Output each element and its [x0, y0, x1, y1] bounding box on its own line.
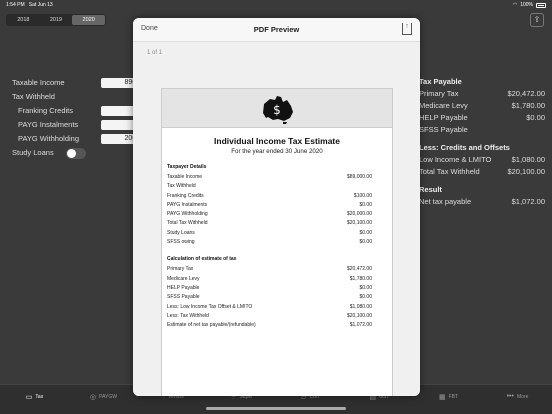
withheld-value: $20,100.00: [507, 167, 545, 176]
pdf-page: $ Individual Income Tax Estimate For the…: [161, 88, 393, 396]
lmito-label: Low Income & LMITO: [419, 155, 492, 164]
payg-withholding-label: PAYG Withholding: [18, 134, 79, 143]
calc-line: Less: Tax Withheld $20,100.00: [167, 312, 372, 319]
wifi-icon: ◠: [512, 2, 518, 8]
year-2020[interactable]: 2020: [72, 15, 106, 25]
detail-line: Total Tax Withheld $20,100.00: [167, 220, 372, 227]
detail-line: Franking Credits $100.00: [167, 192, 372, 199]
pdf-preview-modal: Done PDF Preview ↑ 1 of 1 $ Individual I…: [133, 18, 420, 396]
primary-tax-label: Primary Tax: [419, 89, 459, 98]
medicare-row: Medicare Levy $1,780.00: [419, 100, 545, 112]
result-heading: Result: [419, 185, 442, 194]
calculation-heading: Calculation of estimate of tax: [167, 256, 237, 263]
tab-paygw[interactable]: ◎ PAYGW: [69, 389, 138, 401]
share-icon: ↑: [405, 23, 409, 30]
tax-icon: ▭: [25, 394, 33, 401]
status-time: 1:54 PM Sat Jun 13: [6, 2, 53, 8]
credits-heading: Less: Credits and Offsets: [419, 143, 510, 152]
tab-tax[interactable]: ▭ Tax: [0, 389, 69, 401]
medicare-label: Medicare Levy: [419, 101, 468, 110]
results-panel: Tax Payable Primary Tax $20,472.00 Medica…: [419, 76, 545, 208]
detail-line: SFSS owing $0.00: [167, 239, 372, 246]
detail-line: PAYG Instalments $0.00: [167, 201, 372, 208]
franking-row: Franking Credits 100: [12, 104, 146, 118]
share-button[interactable]: ⇪: [530, 13, 544, 27]
modal-title: PDF Preview: [253, 25, 300, 34]
franking-label: Franking Credits: [18, 106, 74, 115]
modal-share-button[interactable]: ↑: [402, 23, 412, 35]
svg-text:$: $: [273, 103, 281, 117]
net-value: $1,072.00: [511, 197, 545, 206]
doc-banner: $: [162, 89, 392, 128]
taxable-income-label: Taxable Income: [12, 78, 65, 87]
battery-icon: [536, 2, 546, 8]
tab-fbt[interactable]: ▦ FBT: [414, 389, 483, 401]
study-loans-label: Study Loans: [12, 148, 54, 157]
page-count: 1 of 1: [147, 50, 163, 56]
sfss-label: SFSS Payable: [419, 125, 468, 134]
calc-line: HELP Payable $0.00: [167, 284, 372, 291]
calc-line: Estimate of net tax payable/(refundable)…: [167, 322, 372, 329]
more-icon: •••: [506, 393, 514, 400]
net-label: Net tax payable: [419, 197, 472, 206]
input-form: Taxable Income 89000 Tax Withheld Franki…: [12, 76, 146, 160]
sfss-row: SFSS Payable: [419, 124, 545, 136]
status-bar: 1:54 PM Sat Jun 13 ◠ 100%: [0, 0, 552, 10]
detail-line: Tax Withheld: [167, 183, 196, 190]
help-label: HELP Payable: [419, 113, 468, 122]
withheld-label: Total Tax Withheld: [419, 167, 480, 176]
detail-line: Study Loans $0.00: [167, 229, 372, 236]
medicare-value: $1,780.00: [511, 101, 545, 110]
year-selector: 2018 2019 2020: [6, 14, 106, 26]
taxpayer-details-heading: Taxpayer Details: [167, 164, 207, 170]
help-row: HELP Payable $0.00: [419, 112, 545, 124]
payg-instalments-label: PAYG Instalments: [18, 120, 79, 129]
tab-more[interactable]: ••• More: [483, 389, 552, 400]
withheld-row: Total Tax Withheld $20,100.00: [419, 166, 545, 178]
payg-instalments-row: PAYG Instalments 0: [12, 118, 146, 132]
doc-title: Individual Income Tax Estimate: [214, 136, 340, 146]
year-2019[interactable]: 2019: [40, 15, 73, 25]
lmito-row: Low Income & LMITO $1,080.00: [419, 154, 545, 166]
detail-line: PAYG Withholding $20,000.00: [167, 211, 372, 218]
modal-nav-bar: Done PDF Preview ↑: [133, 18, 420, 42]
study-loans-row: Study Loans: [12, 146, 142, 160]
taxable-income-row: Taxable Income 89000: [12, 76, 146, 90]
australia-dollar-logo: $: [263, 96, 293, 124]
tax-withheld-row: Tax Withheld: [12, 90, 142, 104]
net-row: Net tax payable $1,072.00: [419, 196, 545, 208]
battery-percent: 100%: [520, 2, 533, 8]
doc-subtitle: For the year ended 30 June 2020: [231, 148, 323, 155]
primary-tax-row: Primary Tax $20,472.00: [419, 88, 545, 100]
status-right: ◠ 100%: [513, 2, 546, 8]
lmito-value: $1,080.00: [511, 155, 545, 164]
home-indicator[interactable]: [206, 407, 346, 410]
calc-line: Primary Tax $20,472.00: [167, 266, 372, 273]
calc-line: Less: Low Income Tax Offset & LMITO $1,08…: [167, 303, 372, 310]
year-2018[interactable]: 2018: [7, 15, 40, 25]
study-loans-toggle[interactable]: [66, 148, 86, 159]
calc-line: Medicare Levy $1,780.00: [167, 275, 372, 282]
calc-line: SFSS Payable $0.00: [167, 294, 372, 301]
paygw-icon: ◎: [90, 394, 97, 401]
help-value: $0.00: [526, 113, 545, 122]
detail-line: Taxable Income $89,000.00: [167, 174, 372, 180]
tax-withheld-label: Tax Withheld: [12, 92, 55, 101]
primary-tax-value: $20,472.00: [507, 89, 545, 98]
payg-withholding-row: PAYG Withholding 20000: [12, 132, 146, 146]
fbt-icon: ▦: [438, 394, 446, 401]
share-icon: ⇪: [533, 15, 541, 24]
tax-payable-heading: Tax Payable: [419, 77, 462, 86]
